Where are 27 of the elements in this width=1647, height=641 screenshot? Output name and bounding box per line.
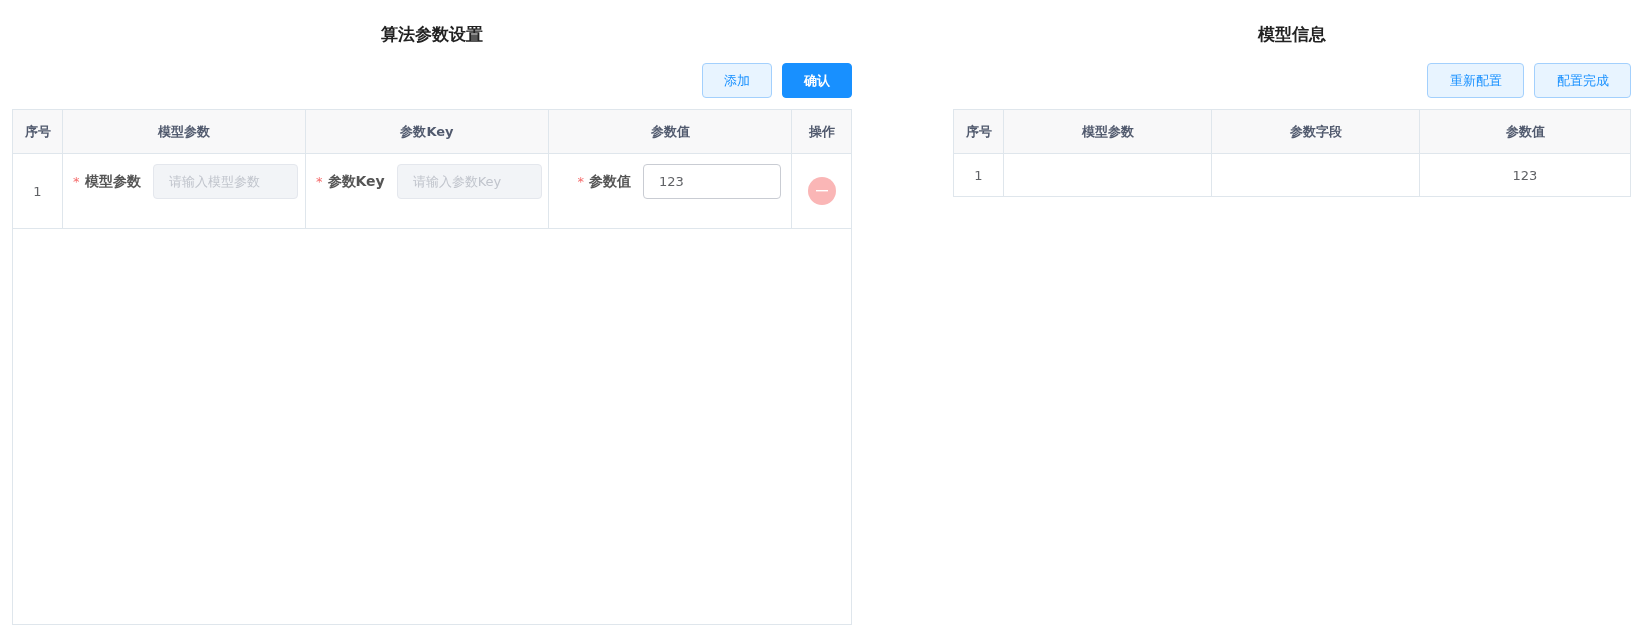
input-field[interactable]: 123	[643, 164, 781, 199]
minus-icon	[815, 190, 828, 192]
column-header: 操作	[792, 110, 851, 154]
table-cell-text: 123	[1511, 166, 1539, 185]
action-button[interactable]: 配置完成	[1534, 63, 1631, 98]
table-cell: 1	[13, 154, 63, 229]
panel-title: 算法参数设置	[381, 23, 483, 46]
action-button[interactable]: 添加	[702, 63, 772, 98]
required-asterisk: *	[73, 174, 80, 189]
column-header: 模型参数	[1004, 110, 1212, 154]
column-header: 序号	[954, 110, 1004, 154]
panel-title: 模型信息	[1258, 23, 1326, 46]
required-asterisk: *	[577, 174, 584, 189]
remove-button[interactable]	[807, 177, 836, 205]
table-cell: 1	[954, 154, 1004, 196]
column-header: 参数值	[1420, 110, 1630, 154]
required-asterisk: *	[316, 174, 323, 189]
column-header: 参数字段	[1212, 110, 1420, 154]
action-button[interactable]: 确认	[782, 63, 852, 98]
action-button[interactable]: 重新配置	[1427, 63, 1524, 98]
field-label: 参数值	[589, 172, 631, 191]
column-header: 序号	[13, 110, 63, 154]
field-label: 参数Key	[327, 172, 385, 191]
column-header: 模型参数	[63, 110, 306, 154]
column-header: 参数值	[549, 110, 792, 154]
column-header: 参数Key	[306, 110, 549, 154]
field-label: 模型参数	[84, 172, 141, 191]
